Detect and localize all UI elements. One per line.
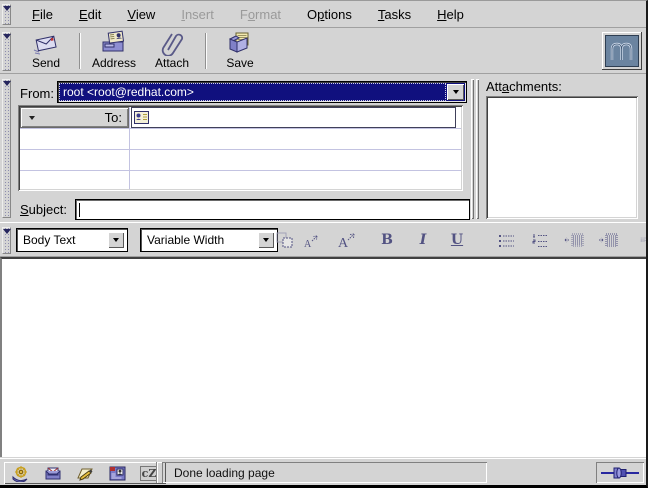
attach-label: Attach: [155, 56, 189, 70]
from-label: From:: [14, 86, 54, 101]
bulleted-list-icon: [497, 232, 517, 248]
outdent-button[interactable]: [561, 228, 587, 252]
main-toolbar: Send Address: [0, 29, 648, 74]
envelope-area: From: root <root@redhat.com> To:: [0, 74, 648, 222]
toolbar-separator: [79, 33, 81, 69]
numbered-list-button[interactable]: [528, 228, 554, 252]
address-card-icon: [134, 111, 149, 124]
address-label: Address: [92, 56, 136, 70]
toolbar-grippy[interactable]: [2, 32, 11, 71]
splitter-bar: [476, 79, 479, 219]
recipient-type-label: To:: [35, 110, 128, 125]
recipient-type-button[interactable]: To:: [20, 107, 129, 128]
component-bar: cZ: [4, 462, 166, 484]
compose-window: File Edit View Insert Format Options Tas…: [0, 0, 648, 488]
outdent-icon: [563, 232, 585, 248]
address-book-icon[interactable]: [106, 464, 128, 482]
paragraph-style-select[interactable]: Body Text: [16, 228, 128, 252]
paragraph-style-dropdown-button[interactable]: [108, 232, 124, 248]
underline-button[interactable]: U: [444, 228, 470, 252]
subject-label: Subject:: [20, 202, 67, 217]
focus-ring: [60, 84, 445, 100]
menu-tasks[interactable]: Tasks: [365, 3, 424, 26]
mozilla-m-icon: [608, 39, 636, 63]
font-value: Variable Width: [147, 233, 224, 247]
small-a-arrow-icon: A: [301, 231, 321, 249]
increase-font-size-button[interactable]: A: [334, 228, 360, 252]
attachments-label: Attachments:: [486, 79, 562, 94]
menubar-grippy[interactable]: [2, 4, 11, 25]
addressing-table: To:: [18, 105, 463, 191]
attach-button[interactable]: Attach: [143, 30, 201, 72]
navigator-icon[interactable]: [10, 464, 32, 482]
attachments-splitter[interactable]: [471, 79, 482, 219]
svg-text:A: A: [304, 239, 312, 249]
send-label: Send: [32, 56, 60, 70]
menu-options[interactable]: Options: [294, 3, 365, 26]
send-envelope-icon: [32, 30, 60, 56]
menu-file[interactable]: File: [19, 3, 66, 26]
row-divider: [20, 128, 461, 129]
paragraph-style-value: Body Text: [23, 233, 75, 247]
svg-text:A: A: [338, 236, 349, 249]
statusbar-separator: [156, 462, 158, 483]
bulleted-list-button[interactable]: [494, 228, 520, 252]
mozilla-logo-button[interactable]: [602, 32, 642, 70]
clipped-format-button[interactable]: [640, 228, 648, 252]
chevron-down-icon: [453, 90, 459, 94]
format-toolbar-grippy[interactable]: [2, 227, 11, 254]
subject-input[interactable]: [75, 199, 470, 220]
from-identity-select[interactable]: root <root@redhat.com>: [57, 81, 467, 103]
underline-icon: U: [451, 232, 463, 248]
from-dropdown-button[interactable]: [447, 84, 464, 100]
format-toolbar: Body Text Variable Width A A B I: [0, 222, 648, 257]
clipped-icon: [640, 232, 648, 248]
address-book-icon: [99, 30, 129, 56]
menu-help[interactable]: Help: [424, 3, 477, 26]
paperclip-icon: [160, 30, 184, 56]
toolbar-separator: [205, 33, 207, 69]
save-button[interactable]: Save: [211, 30, 269, 72]
menu-edit[interactable]: Edit: [66, 3, 114, 26]
color-swatch-icon: [275, 231, 295, 249]
attachments-listbox[interactable]: [486, 96, 638, 219]
status-bar: cZ Done loading page: [0, 458, 648, 486]
large-a-arrow-icon: A: [336, 231, 358, 249]
text-caret: [79, 203, 80, 217]
indent-icon: [597, 232, 619, 248]
row-divider: [20, 149, 461, 150]
address-button[interactable]: Address: [85, 30, 143, 72]
numbered-list-icon: [531, 232, 551, 248]
online-status-panel[interactable]: [596, 462, 644, 483]
message-body-editor[interactable]: [0, 257, 648, 457]
decrease-font-size-button[interactable]: A: [298, 228, 324, 252]
splitter-bar: [471, 79, 474, 219]
italic-button[interactable]: I: [410, 228, 436, 252]
menu-insert: Insert: [168, 3, 227, 26]
bold-button[interactable]: B: [374, 228, 400, 252]
indent-button[interactable]: [595, 228, 621, 252]
row-divider: [20, 170, 461, 171]
recipient-input[interactable]: [131, 107, 456, 128]
mail-icon[interactable]: [42, 464, 64, 482]
column-divider: [129, 107, 130, 189]
chevron-down-icon: [263, 238, 269, 242]
bold-icon: B: [381, 232, 393, 248]
menu-bar: File Edit View Insert Format Options Tas…: [0, 1, 648, 28]
status-text: Done loading page: [174, 466, 275, 480]
save-folder-icon: [226, 30, 254, 56]
text-color-button[interactable]: [272, 228, 298, 252]
font-select[interactable]: Variable Width: [140, 228, 278, 252]
menu-format: Format: [227, 3, 294, 26]
send-button[interactable]: Send: [17, 30, 75, 72]
envelope-grippy[interactable]: [2, 79, 11, 218]
composer-icon[interactable]: [74, 464, 96, 482]
italic-icon: I: [420, 232, 427, 248]
status-message-panel: Done loading page: [162, 462, 487, 483]
menu-view[interactable]: View: [114, 3, 168, 26]
online-plug-icon: [600, 466, 640, 480]
chevron-down-icon: [113, 238, 119, 242]
save-label: Save: [226, 56, 253, 70]
